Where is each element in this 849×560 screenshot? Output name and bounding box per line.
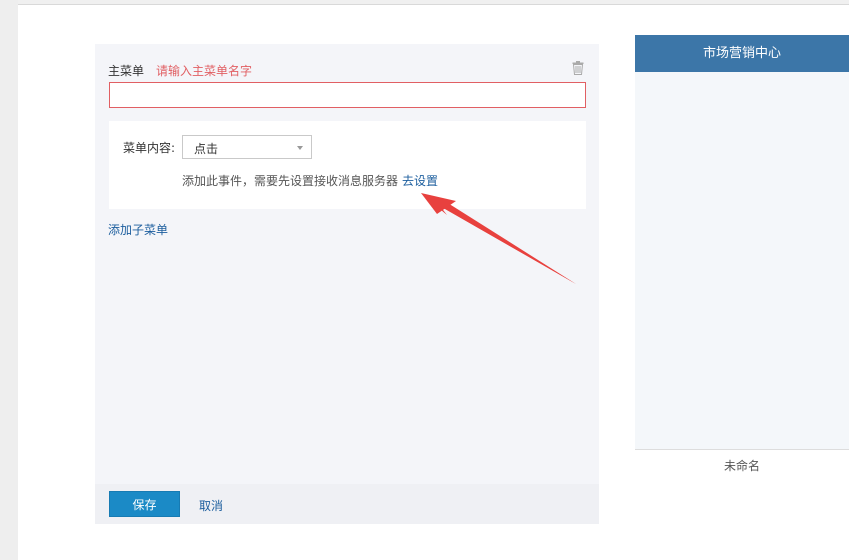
menu-content-label: 菜单内容: bbox=[123, 141, 176, 155]
preview-header-title: 市场营销中心 bbox=[635, 35, 849, 72]
top-strip bbox=[18, 0, 849, 5]
preview-menu-tab[interactable]: 未命名 bbox=[635, 449, 849, 483]
page: 主菜单 请输入主菜单名字 菜单内容: 点击 添加此事件，需要先设置接收消息服务器… bbox=[0, 0, 849, 560]
phone-preview: 市场营销中心 未命名 bbox=[635, 35, 849, 483]
server-setup-notice-text: 添加此事件，需要先设置接收消息服务器 bbox=[182, 174, 399, 188]
add-submenu-link[interactable]: 添加子菜单 bbox=[108, 221, 168, 238]
chevron-down-icon bbox=[297, 146, 303, 150]
menu-content-box: 菜单内容: 点击 添加此事件，需要先设置接收消息服务器 去设置 bbox=[109, 121, 586, 209]
menu-name-row: 主菜单 请输入主菜单名字 bbox=[108, 62, 252, 78]
menu-editor-panel: 主菜单 请输入主菜单名字 菜单内容: 点击 添加此事件，需要先设置接收消息服务器… bbox=[95, 44, 599, 524]
left-rail bbox=[0, 0, 18, 560]
save-button[interactable]: 保存 bbox=[109, 491, 180, 517]
menu-name-input[interactable] bbox=[109, 82, 586, 108]
editor-footer: 保存 取消 bbox=[95, 484, 599, 524]
cancel-button[interactable]: 取消 bbox=[199, 497, 223, 514]
menu-name-error-hint: 请输入主菜单名字 bbox=[156, 63, 253, 78]
menu-name-label: 主菜单 bbox=[108, 63, 145, 78]
go-settings-link[interactable]: 去设置 bbox=[402, 174, 438, 188]
menu-content-select[interactable]: 点击 bbox=[182, 135, 312, 159]
server-setup-notice: 添加此事件，需要先设置接收消息服务器 去设置 bbox=[182, 172, 438, 189]
menu-content-select-value: 点击 bbox=[194, 142, 219, 156]
trash-icon[interactable] bbox=[572, 61, 584, 75]
